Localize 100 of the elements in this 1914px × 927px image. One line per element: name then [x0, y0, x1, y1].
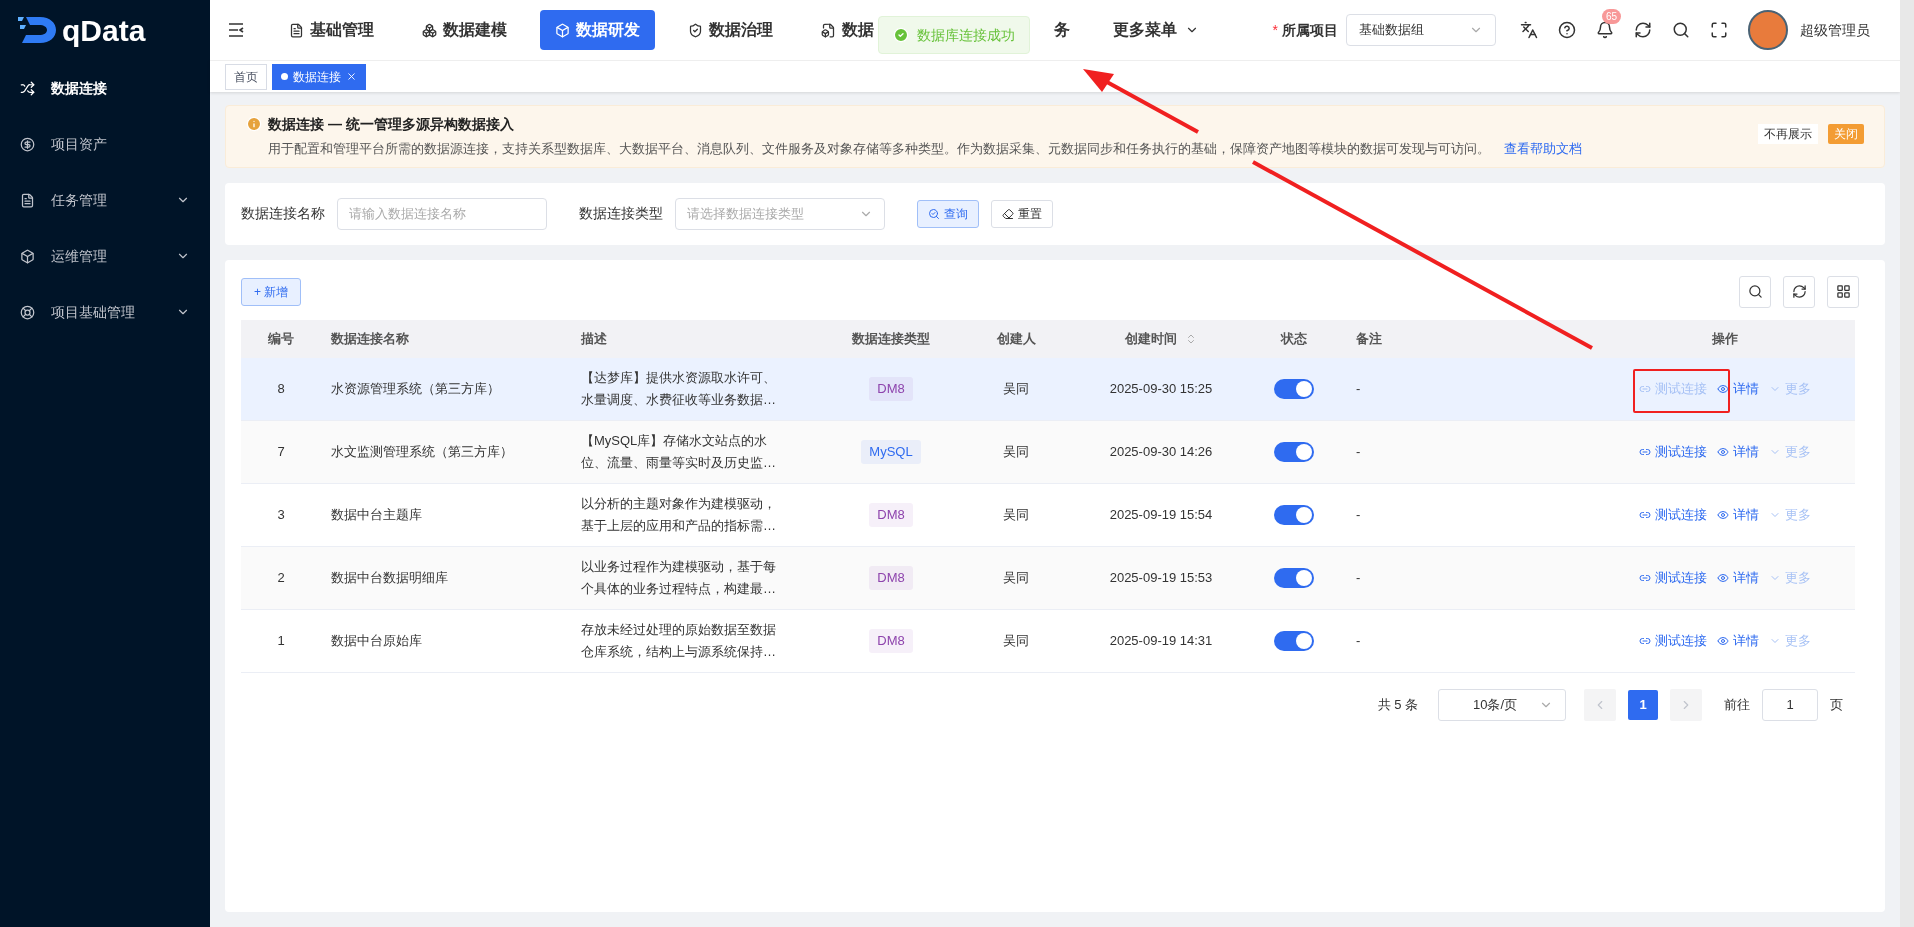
close-icon[interactable] [346, 71, 357, 82]
nav-icon [555, 22, 570, 38]
table-row[interactable]: 2 数据中台数据明细库 以业务过程作为建模驱动，基于每 个具体的业务过程特点，构建最… DM8 吴同 2025-09-19 15:53 - 测试连接 详情 更多 [241, 546, 1855, 610]
type-tag: MySQL [861, 439, 921, 464]
refresh-button[interactable] [1783, 275, 1815, 308]
column-header[interactable]: 创建时间 [1125, 328, 1177, 349]
table-cell: 数据中台数据明细库 [331, 569, 448, 585]
column-header: 创建人 [996, 330, 1036, 346]
table-cell: 8 [277, 380, 285, 396]
table-row[interactable]: 7 水文监测管理系统（第三方库） 【MySQL库】存储水文站点的水 位、流量、雨量等实时及历史监… MySQL 吴同 2025-09-30 14:26 - 测试连接 详情 更多 [241, 420, 1855, 484]
test-connection-link[interactable]: 测试连接 [1639, 441, 1707, 462]
success-icon [893, 27, 909, 43]
column-header: 描述 [581, 330, 607, 346]
table-cell: 吴同 [1003, 569, 1029, 585]
refresh-icon [1791, 284, 1807, 299]
table-row[interactable]: 8 水资源管理系统（第三方库） 【达梦库】提供水资源取水许可、 水量调度、水费征收等业务数据… DM8 吴同 2025-09-30 15:25 - 测试连接 详情 更多 [241, 357, 1855, 421]
table-cell: 吴同 [1003, 632, 1029, 648]
sidebar-label: 任务管理 [51, 190, 108, 210]
sidebar-label: 运维管理 [51, 246, 108, 266]
nav-tab[interactable]: 数据治理 [673, 10, 788, 50]
nav-tab[interactable]: 数据 [806, 10, 889, 50]
status-switch[interactable] [1273, 441, 1314, 462]
description-line: 位、流量、雨量等实时及历史监… [581, 453, 777, 472]
menu-fold-icon[interactable] [228, 23, 244, 37]
reset-button[interactable]: 重置 [991, 199, 1053, 228]
page-size-select[interactable]: 10条/页 [1438, 688, 1566, 721]
add-button[interactable]: + 新增 [241, 277, 302, 306]
more-menu[interactable]: 更多菜单 [1113, 18, 1199, 42]
search-icon [928, 207, 940, 220]
table-cell: 2025-09-19 14:31 [1109, 632, 1213, 648]
table-cell: - [1356, 380, 1361, 396]
sidebar-item[interactable]: 项目基础管理 [0, 284, 210, 340]
description-line: 水量调度、水费征收等业务数据… [581, 390, 777, 409]
detail-link[interactable]: 详情 [1717, 378, 1759, 399]
sidebar-item[interactable]: 运维管理 [0, 228, 210, 284]
nav-tab[interactable]: 务 [1039, 10, 1085, 50]
help-link[interactable]: 查看帮助文档 [1504, 139, 1582, 159]
sidebar-label: 项目资产 [51, 134, 108, 154]
page-tab[interactable]: 首页 [225, 63, 267, 90]
page-unit-label: 页 [1830, 695, 1843, 714]
detail-link[interactable]: 详情 [1717, 567, 1759, 588]
goto-page-input[interactable]: 1 [1762, 688, 1818, 721]
columns-button[interactable] [1827, 275, 1859, 308]
menu-icon [20, 304, 35, 320]
type-tag: DM8 [869, 565, 913, 590]
eye-icon [1717, 382, 1729, 395]
nav-tab[interactable]: 数据建模 [407, 10, 522, 50]
nav-tab[interactable]: 数据研发 [540, 10, 655, 50]
refresh-icon[interactable] [1634, 21, 1652, 39]
project-select[interactable]: 基础数据组 [1346, 14, 1496, 46]
test-connection-link[interactable]: 测试连接 [1639, 504, 1707, 525]
status-switch[interactable] [1273, 504, 1314, 525]
fullscreen-icon[interactable] [1710, 21, 1728, 39]
menu-icon [20, 80, 35, 96]
translate-icon[interactable] [1520, 21, 1538, 39]
detail-link[interactable]: 详情 [1717, 630, 1759, 651]
table-cell: - [1356, 632, 1361, 648]
sidebar-label: 数据连接 [51, 78, 108, 98]
required-mark: * [1272, 20, 1278, 40]
nav-tab[interactable]: 基础管理 [274, 10, 389, 50]
table-cell: 2 [277, 569, 285, 585]
table-cell: - [1356, 506, 1361, 522]
detail-link[interactable]: 详情 [1717, 441, 1759, 462]
scrollbar[interactable] [1900, 0, 1914, 927]
toast-message: 数据库连接成功 [917, 25, 1015, 45]
type-tag: DM8 [869, 376, 913, 401]
sidebar-item[interactable]: 数据连接 [0, 60, 210, 116]
table-cell: - [1356, 569, 1361, 585]
table-cell: 2025-09-19 15:54 [1109, 506, 1213, 522]
notice-title: 数据连接 — 统一管理多源异构数据接入 [268, 115, 515, 134]
sidebar-item[interactable]: 项目资产 [0, 116, 210, 172]
table-cell: 7 [277, 443, 285, 459]
hide-button[interactable]: 不再展示 [1758, 124, 1818, 144]
test-connection-link[interactable]: 测试连接 [1639, 567, 1707, 588]
filter-label: 数据连接名称 [241, 204, 325, 223]
detail-link[interactable]: 详情 [1717, 504, 1759, 525]
sidebar-label: 项目基础管理 [51, 302, 136, 322]
table-cell: 数据中台主题库 [331, 506, 422, 522]
query-button[interactable]: 查询 [917, 199, 979, 228]
search-icon[interactable] [1672, 21, 1690, 39]
name-input[interactable]: 请输入数据连接名称 [337, 197, 547, 230]
status-switch[interactable] [1273, 630, 1314, 651]
nav-icon [821, 22, 836, 38]
status-switch[interactable] [1273, 378, 1314, 399]
test-connection-link[interactable]: 测试连接 [1639, 630, 1707, 651]
table-cell: 2025-09-19 15:53 [1109, 569, 1213, 585]
bell-icon[interactable] [1596, 21, 1614, 39]
help-icon[interactable] [1558, 21, 1576, 39]
page-button[interactable]: 1 [1628, 689, 1658, 720]
info-icon [246, 116, 262, 132]
description-line: 存放未经过处理的原始数据至数据 [581, 620, 777, 639]
search-button[interactable] [1739, 275, 1771, 308]
user-name[interactable]: 超级管理员 [1800, 19, 1870, 41]
page-tab[interactable]: 数据连接 [272, 63, 366, 90]
avatar[interactable] [1748, 10, 1788, 50]
column-header: 数据连接类型 [852, 330, 930, 346]
sidebar-item[interactable]: 任务管理 [0, 172, 210, 228]
menu-icon [20, 136, 35, 152]
status-switch[interactable] [1273, 567, 1314, 588]
column-header: 备注 [1356, 330, 1382, 346]
